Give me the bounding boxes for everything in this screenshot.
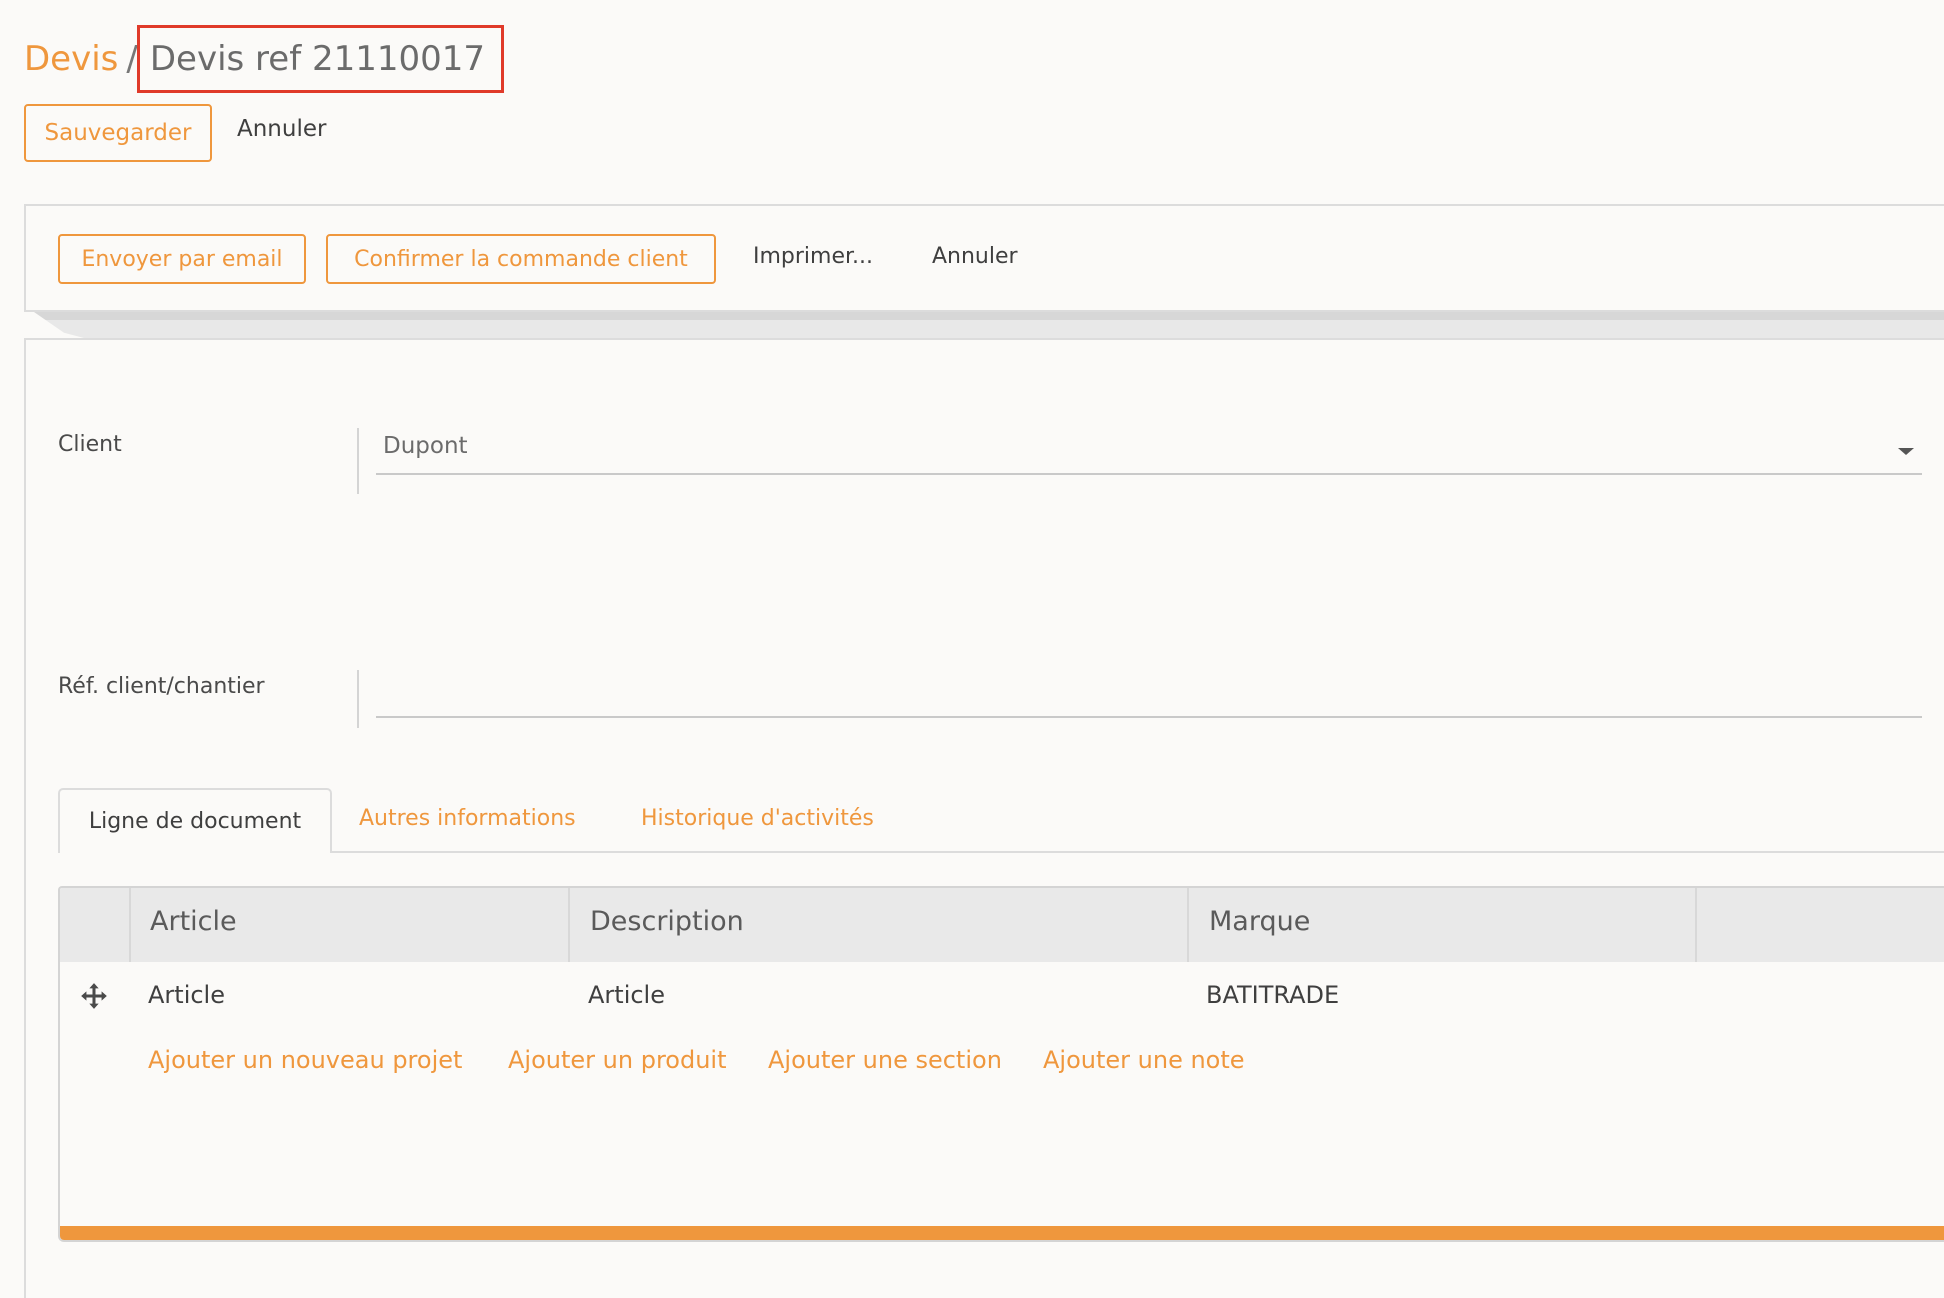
reference-input-underline — [376, 716, 1922, 718]
client-field-separator — [357, 428, 359, 494]
column-divider — [568, 888, 570, 962]
breadcrumb-current-title: Devis ref 21110017 — [136, 25, 505, 93]
save-button[interactable]: Sauvegarder — [24, 104, 212, 162]
tabs-baseline — [58, 851, 1944, 853]
print-button[interactable]: Imprimer... — [753, 244, 873, 269]
column-divider — [1187, 888, 1189, 962]
client-select-value: Dupont — [383, 433, 468, 459]
reference-field-separator — [357, 670, 359, 728]
discard-button[interactable]: Annuler — [237, 116, 326, 142]
cell-marque[interactable]: BATITRADE — [1206, 981, 1339, 1009]
client-label: Client — [58, 432, 122, 457]
breadcrumb-parent-link[interactable]: Devis — [24, 39, 118, 79]
add-note-link[interactable]: Ajouter une note — [1043, 1046, 1245, 1074]
breadcrumb-separator: / — [126, 39, 138, 79]
client-select[interactable]: Dupont — [376, 428, 1922, 476]
cancel-quote-button[interactable]: Annuler — [932, 244, 1018, 269]
action-bar-shadow — [24, 312, 1944, 338]
tab-activity-history[interactable]: Historique d'activités — [641, 806, 874, 831]
add-project-link[interactable]: Ajouter un nouveau projet — [148, 1046, 462, 1074]
add-section-link[interactable]: Ajouter une section — [768, 1046, 1002, 1074]
send-email-button[interactable]: Envoyer par email — [58, 234, 306, 284]
column-header-description[interactable]: Description — [590, 906, 744, 937]
add-product-link[interactable]: Ajouter un produit — [508, 1046, 726, 1074]
client-select-underline — [376, 473, 1922, 475]
table-footer-accent-bar — [60, 1226, 1944, 1240]
table-header: Article Description Marque — [60, 888, 1944, 962]
reference-label: Réf. client/chantier — [58, 674, 265, 699]
chevron-down-icon[interactable] — [1898, 448, 1914, 455]
cell-description[interactable]: Article — [588, 981, 665, 1009]
reference-input[interactable] — [383, 676, 1913, 712]
confirm-order-button[interactable]: Confirmer la commande client — [326, 234, 716, 284]
column-divider — [1695, 888, 1697, 962]
breadcrumb: Devis / Devis ref 21110017 — [24, 25, 505, 93]
document-lines-table: Article Description Marque Article Artic… — [58, 886, 1944, 1242]
column-header-marque[interactable]: Marque — [1209, 906, 1310, 937]
cell-article[interactable]: Article — [148, 981, 225, 1009]
column-divider — [129, 888, 131, 962]
move-icon[interactable] — [80, 982, 108, 1010]
tab-other-information[interactable]: Autres informations — [359, 806, 576, 831]
column-header-article[interactable]: Article — [150, 906, 237, 937]
tab-document-lines[interactable]: Ligne de document — [58, 788, 332, 853]
